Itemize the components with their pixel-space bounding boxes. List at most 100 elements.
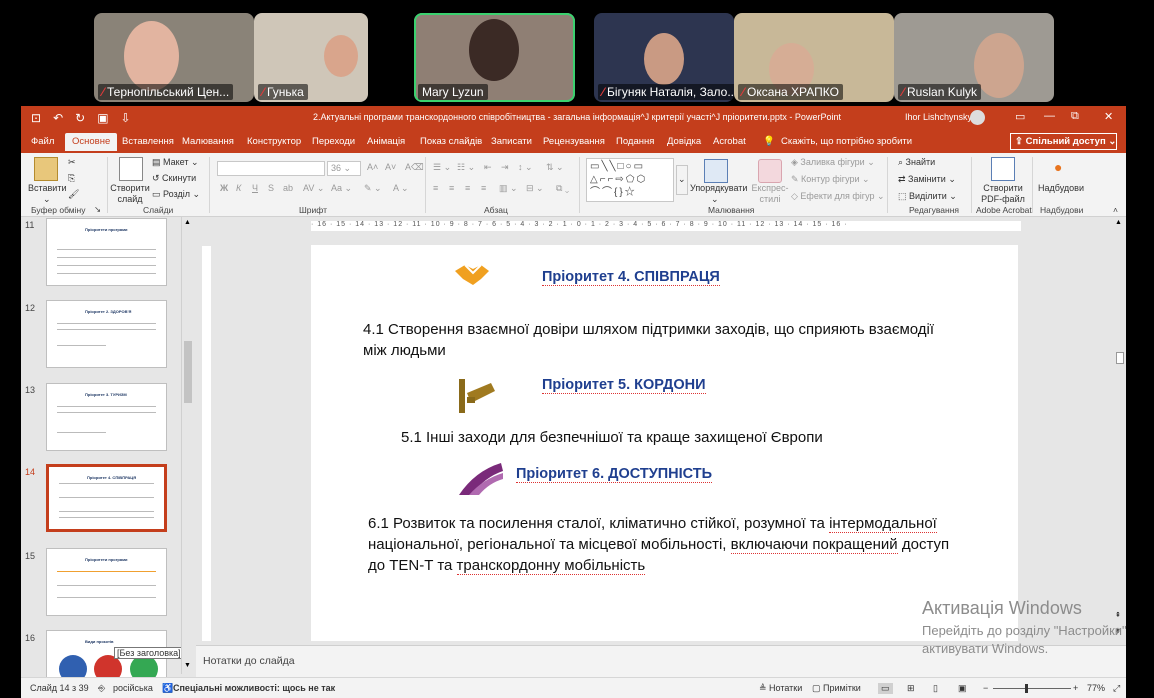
language-indicator[interactable]: російська: [113, 683, 153, 693]
numbering-icon[interactable]: ☷ ⌄: [457, 162, 475, 173]
notes-toggle[interactable]: ≜ Нотатки: [759, 683, 802, 694]
share-button[interactable]: ⇪ Спільний доступ ⌄: [1010, 133, 1117, 150]
reset-button[interactable]: ↺ Скинути: [152, 173, 196, 184]
select-button[interactable]: ⬚ Виділити ⌄: [898, 191, 957, 202]
slideshow-icon[interactable]: ▣: [958, 683, 967, 694]
arrange-dropdown-icon[interactable]: ⌄: [711, 194, 719, 205]
slide-thumbnail[interactable]: Пріоритет 3. ТУРИЗМ: [46, 383, 167, 451]
tab-animations[interactable]: Анімація: [367, 136, 405, 147]
copy-icon[interactable]: ⎘: [68, 173, 75, 184]
font-color-icon[interactable]: A ⌄: [393, 183, 409, 194]
line-spacing-icon[interactable]: ↕ ⌄: [518, 162, 533, 173]
participant-tile[interactable]: ⁄ Ruslan Kulyk: [894, 13, 1054, 102]
reading-view-icon[interactable]: ▯: [933, 683, 938, 694]
font-name-field[interactable]: [217, 161, 325, 176]
char-spacing-icon[interactable]: AV ⌄: [303, 183, 324, 194]
change-case-icon[interactable]: Aa ⌄: [331, 183, 352, 194]
tab-transitions[interactable]: Переходи: [312, 136, 355, 147]
tab-home[interactable]: Основне: [65, 133, 118, 151]
new-slide-button[interactable]: Створити слайд: [110, 183, 150, 205]
tab-file[interactable]: Файл: [31, 136, 54, 147]
autosave-icon[interactable]: ⊡: [31, 111, 41, 125]
replace-button[interactable]: ⇄ Замінити ⌄: [898, 174, 956, 185]
zoom-slider[interactable]: [993, 688, 1071, 689]
normal-view-icon[interactable]: ▭: [878, 683, 893, 694]
tell-me-search[interactable]: Скажіть, що потрібно зробити: [781, 136, 912, 147]
clear-formatting-icon[interactable]: A⌫: [405, 162, 424, 173]
tab-insert[interactable]: Вставлення: [122, 136, 174, 147]
align-right-icon[interactable]: ≡: [465, 183, 470, 193]
tab-acrobat[interactable]: Acrobat: [713, 136, 746, 147]
zoom-level[interactable]: 77%: [1087, 683, 1105, 693]
paste-dropdown-icon[interactable]: ⌄: [43, 194, 51, 205]
arrange-button[interactable]: Упорядкувати: [690, 183, 747, 193]
tab-review[interactable]: Рецензування: [543, 136, 605, 147]
scroll-up-icon[interactable]: ▲: [1115, 219, 1122, 226]
zoom-slider-thumb[interactable]: [1025, 684, 1028, 693]
tab-record[interactable]: Записати: [491, 136, 532, 147]
slide-canvas[interactable]: Пріоритет 4. СПІВПРАЦЯ 4.1 Створення вза…: [311, 245, 1018, 641]
bold-icon[interactable]: Ж: [220, 183, 228, 193]
participant-tile[interactable]: ⁄ Тернопільський Цен...: [94, 13, 254, 102]
redo-icon[interactable]: ↻: [75, 111, 85, 125]
scrollbar-thumb[interactable]: [184, 341, 192, 403]
increase-font-icon[interactable]: A˄: [367, 162, 378, 172]
slide-thumbnail[interactable]: Пріоритети програми: [46, 548, 167, 616]
fit-to-window-icon[interactable]: ⤢: [1113, 683, 1120, 694]
highlight-icon[interactable]: ✎ ⌄: [364, 183, 382, 194]
gallery-expand-icon[interactable]: ⌄: [676, 165, 688, 195]
paste-button[interactable]: Вставити: [28, 183, 67, 193]
accessibility-icon[interactable]: ♿: [162, 683, 173, 694]
tab-design[interactable]: Конструктор: [247, 136, 301, 147]
undo-icon[interactable]: ↶: [53, 111, 63, 125]
accessibility-status[interactable]: Спеціальні можливості: щось не так: [173, 683, 335, 693]
comments-toggle[interactable]: ▢ Примітки: [812, 683, 861, 694]
tab-help[interactable]: Довідка: [667, 136, 701, 147]
zoom-in-icon[interactable]: +: [1073, 683, 1078, 693]
align-text-icon[interactable]: ⊟ ⌄: [526, 183, 544, 194]
paste-icon[interactable]: [34, 157, 58, 181]
increase-indent-icon[interactable]: ⇥: [501, 162, 509, 173]
arrange-icon[interactable]: [704, 159, 728, 183]
create-pdf-button[interactable]: Створити PDF-файл: [979, 183, 1027, 205]
ribbon-display-icon[interactable]: ▭: [1015, 110, 1025, 123]
shapes-gallery[interactable]: ▭╲╲□○▭ △⌐⌐⇨⬠⬡ ⌒⌒{}☆: [586, 158, 674, 202]
participant-tile[interactable]: ⁄ Бігуняк Наталія, Зало...: [594, 13, 734, 102]
zoom-out-icon[interactable]: −: [983, 683, 988, 693]
italic-icon[interactable]: К: [236, 183, 241, 193]
thumbnails-scrollbar[interactable]: ▲ ▼: [181, 217, 193, 674]
decrease-indent-icon[interactable]: ⇤: [484, 162, 492, 173]
cut-icon[interactable]: ✂: [68, 157, 76, 168]
presentation-icon[interactable]: ▣: [97, 111, 108, 125]
slide-thumbnail[interactable]: Пріоритети програми: [46, 218, 167, 286]
close-icon[interactable]: ✕: [1104, 110, 1113, 123]
avatar[interactable]: [970, 110, 985, 125]
font-size-field[interactable]: 36 ⌄: [327, 161, 361, 176]
layout-button[interactable]: ▤ Макет ⌄: [152, 157, 199, 168]
dialog-launcher-icon[interactable]: ↘: [94, 204, 101, 215]
participant-tile[interactable]: ⁄ Гунька: [254, 13, 368, 102]
strikethrough-icon[interactable]: S: [268, 183, 274, 193]
section-button[interactable]: ▭ Розділ ⌄: [152, 189, 200, 200]
pdf-icon[interactable]: [991, 157, 1015, 181]
addins-button[interactable]: Надбудови: [1038, 183, 1084, 193]
quick-styles-icon[interactable]: [758, 159, 782, 183]
shape-outline-button[interactable]: ✎ Контур фігури ⌄: [791, 174, 870, 185]
decrease-font-icon[interactable]: A˅: [385, 162, 396, 172]
shape-effects-button[interactable]: ◇ Ефекти для фігур ⌄: [791, 191, 885, 202]
columns-icon[interactable]: ▥ ⌄: [499, 183, 518, 194]
scrollbar-thumb[interactable]: [1116, 352, 1124, 364]
slide-sorter-icon[interactable]: ⊞: [907, 683, 915, 694]
minimize-icon[interactable]: —: [1044, 110, 1055, 122]
user-name[interactable]: Ihor Lishchynskyy: [905, 112, 977, 122]
align-center-icon[interactable]: ≡: [449, 183, 454, 193]
shape-fill-button[interactable]: ◈ Заливка фігури ⌄: [791, 157, 875, 168]
customize-qat-icon[interactable]: ⇩: [121, 111, 131, 125]
tab-draw[interactable]: Малювання: [182, 136, 234, 147]
addins-icon[interactable]: ●: [1054, 159, 1062, 175]
tab-slideshow[interactable]: Показ слайдів: [420, 136, 482, 147]
tab-view[interactable]: Подання: [616, 136, 654, 147]
format-painter-icon[interactable]: 🖌: [68, 189, 79, 200]
quick-styles-button[interactable]: Експрес-стилі: [749, 183, 791, 205]
shadow-icon[interactable]: ab: [283, 183, 293, 193]
